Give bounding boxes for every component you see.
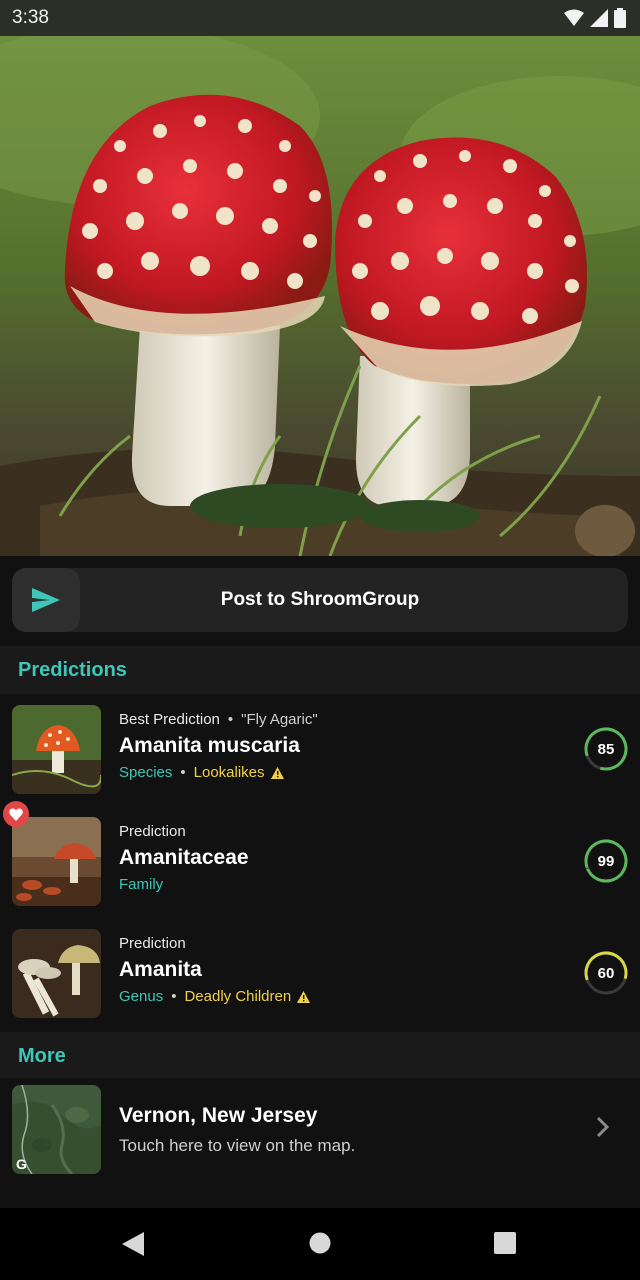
prediction-text: Prediction Amanitaceae Family bbox=[119, 823, 249, 893]
deadly-children-warning[interactable]: Deadly Children bbox=[184, 988, 311, 1005]
confidence-score: 99 bbox=[583, 838, 629, 884]
wifi-icon bbox=[564, 9, 584, 26]
prediction-thumbnail bbox=[12, 705, 101, 794]
confidence-value: 60 bbox=[597, 964, 615, 982]
warning-icon bbox=[297, 990, 311, 1003]
status-time: 3:38 bbox=[12, 7, 49, 28]
system-nav-bar bbox=[0, 1208, 640, 1280]
observation-photo[interactable] bbox=[0, 36, 640, 556]
prediction-thumbnail bbox=[12, 817, 101, 906]
prediction-name: Amanita muscaria bbox=[119, 734, 300, 757]
prediction-thumbnail bbox=[12, 929, 101, 1018]
recents-icon[interactable] bbox=[494, 1232, 516, 1254]
common-name: "Fly Agaric" bbox=[241, 711, 318, 728]
separator-dot: • bbox=[180, 764, 186, 781]
chevron-right-icon bbox=[596, 1116, 610, 1138]
lookalikes-warning[interactable]: Lookalikes bbox=[194, 764, 284, 781]
confidence-value: 85 bbox=[597, 740, 615, 758]
confidence-score: 60 bbox=[583, 950, 629, 996]
prediction-row[interactable]: Prediction Amanitaceae Family 99 bbox=[0, 801, 640, 918]
prediction-kind: Prediction bbox=[119, 823, 186, 840]
location-row[interactable]: G Vernon, New Jersey Touch here to view … bbox=[0, 1078, 640, 1208]
warning-label: Deadly Children bbox=[184, 988, 292, 1005]
favorite-heart-icon[interactable] bbox=[3, 801, 29, 827]
location-title: Vernon, New Jersey bbox=[119, 1104, 318, 1127]
prediction-text: Prediction Amanita Genus • Deadly Childr… bbox=[119, 935, 311, 1005]
separator-dot: • bbox=[171, 988, 177, 1005]
location-subtitle: Touch here to view on the map. bbox=[119, 1136, 356, 1155]
prediction-kind: Prediction bbox=[119, 935, 186, 952]
rank-tag[interactable]: Species bbox=[119, 764, 172, 781]
prediction-row[interactable]: Best Prediction • "Fly Agaric" Amanita m… bbox=[0, 694, 640, 806]
rank-tag[interactable]: Genus bbox=[119, 988, 163, 1005]
predictions-list: Best Prediction • "Fly Agaric" Amanita m… bbox=[0, 694, 640, 1030]
status-icons bbox=[564, 8, 626, 28]
predictions-header: Predictions bbox=[0, 646, 640, 694]
send-icon-box bbox=[12, 568, 80, 632]
send-icon bbox=[32, 588, 60, 612]
post-to-group-button[interactable]: Post to ShroomGroup bbox=[12, 568, 628, 632]
home-icon[interactable] bbox=[309, 1232, 331, 1254]
map-thumbnail: G bbox=[12, 1085, 101, 1174]
google-logo-icon: G bbox=[16, 1156, 27, 1172]
warning-label: Lookalikes bbox=[193, 764, 265, 781]
rank-tag[interactable]: Family bbox=[119, 876, 163, 893]
prediction-name: Amanitaceae bbox=[119, 846, 249, 869]
prediction-text: Best Prediction • "Fly Agaric" Amanita m… bbox=[119, 711, 318, 781]
prediction-name: Amanita bbox=[119, 958, 202, 981]
location-text: Vernon, New Jersey Touch here to view on… bbox=[119, 1104, 355, 1156]
confidence-score: 85 bbox=[583, 726, 629, 772]
separator-dot: • bbox=[227, 711, 234, 728]
post-button-label: Post to ShroomGroup bbox=[220, 589, 420, 610]
more-header: More bbox=[0, 1032, 640, 1080]
prediction-kind: Best Prediction bbox=[119, 711, 220, 728]
back-icon[interactable] bbox=[122, 1232, 144, 1256]
prediction-row[interactable]: Prediction Amanita Genus • Deadly Childr… bbox=[0, 918, 640, 1030]
status-bar: 3:38 bbox=[0, 0, 640, 36]
warning-icon bbox=[270, 766, 284, 779]
cell-signal-icon bbox=[590, 9, 608, 27]
confidence-value: 99 bbox=[597, 852, 615, 870]
battery-icon bbox=[614, 8, 626, 28]
